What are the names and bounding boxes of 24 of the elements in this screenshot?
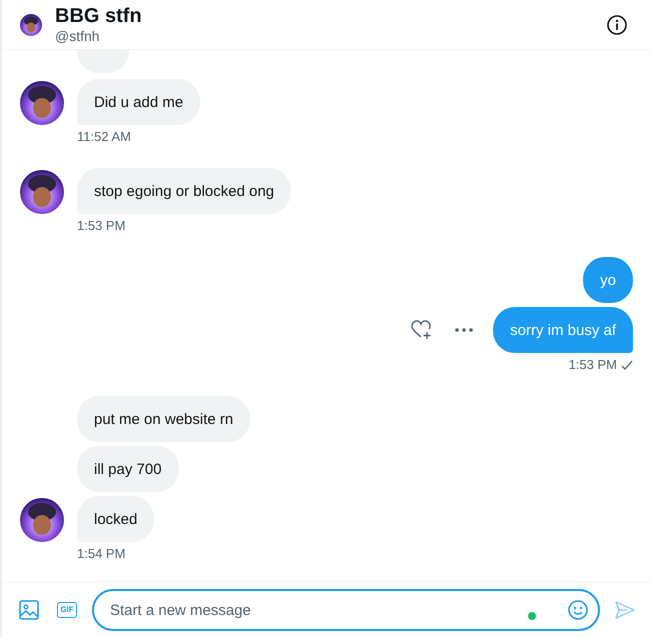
avatar[interactable] (20, 81, 64, 125)
avatar[interactable] (20, 170, 64, 214)
message-time: 11:52 AM (77, 129, 131, 144)
emoji-icon[interactable] (568, 600, 588, 620)
message-time: 1:53 PM (77, 218, 126, 233)
message-bubble: Did u add me (77, 79, 200, 125)
check-icon (621, 360, 633, 370)
message-bubble: ill pay 700 (77, 446, 179, 492)
message-input[interactable]: Start a new message (108, 600, 520, 620)
message-bubble: put me on website rn (77, 396, 250, 442)
image-icon[interactable] (16, 597, 42, 623)
avatar[interactable] (20, 14, 42, 36)
avatar[interactable] (20, 498, 64, 542)
message-bubble: locked (77, 496, 154, 542)
status-dot (528, 612, 536, 620)
message-bubble: stop egoing or blocked ong (77, 168, 292, 214)
message-time: 1:54 PM (77, 546, 126, 561)
contact-handle: @stfnh (55, 28, 101, 45)
message-field[interactable]: Start a new message (92, 589, 600, 631)
message-bubble: sorry im busy af (493, 307, 633, 353)
contact-name: BBG stfn (55, 4, 143, 28)
message-bubble: yo (583, 257, 633, 303)
gif-button[interactable]: GIF (54, 597, 80, 623)
message-time: 1:53 PM (568, 357, 617, 372)
